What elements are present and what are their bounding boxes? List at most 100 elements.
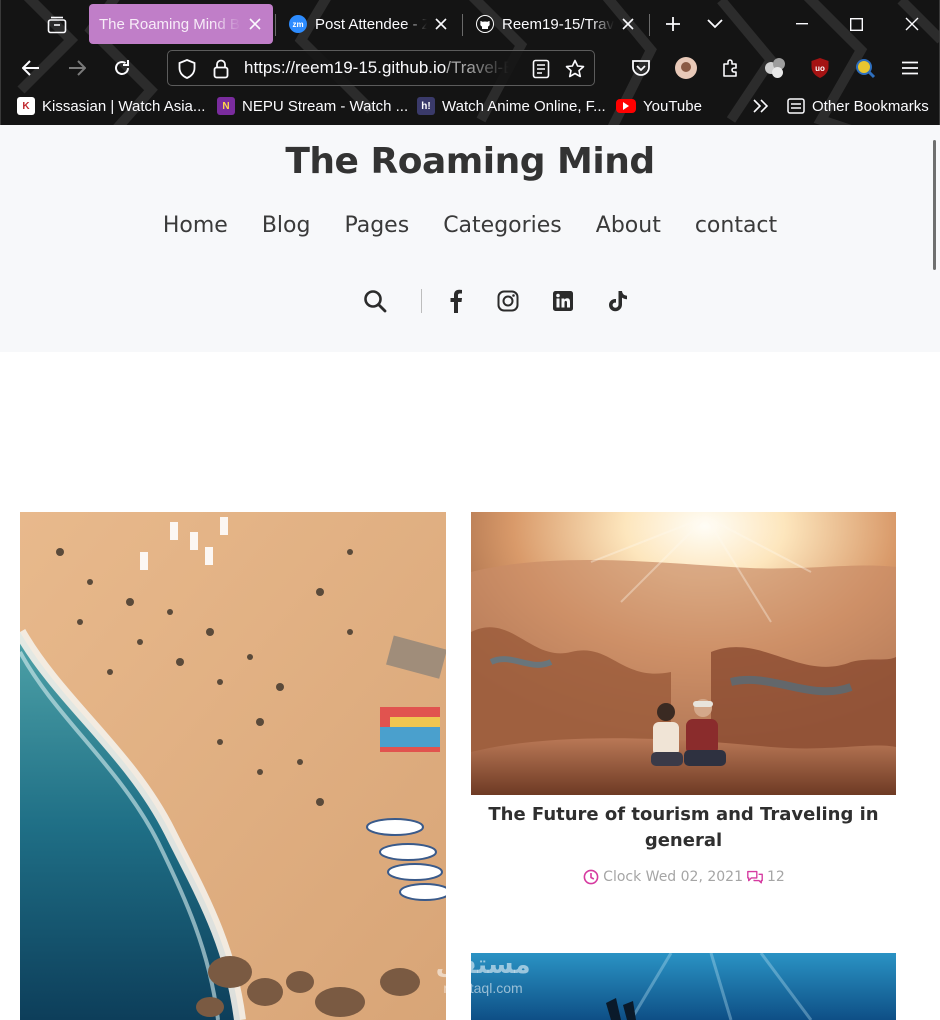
bookmark-label: Watch Anime Online, F... — [442, 97, 606, 115]
folder-icon — [787, 97, 805, 115]
forward-button[interactable] — [61, 52, 93, 84]
url-bar[interactable]: https://reem19-15.github.io/Travel-B — [167, 50, 595, 86]
instagram-icon[interactable] — [492, 285, 524, 317]
new-tab-button[interactable] — [657, 8, 689, 40]
bookmark-youtube[interactable]: YouTube — [616, 95, 702, 117]
nav-categories[interactable]: Categories — [443, 213, 562, 238]
nav-pages[interactable]: Pages — [344, 213, 409, 238]
extension-button[interactable] — [759, 52, 791, 84]
double-chevron-right-icon — [753, 99, 769, 113]
back-button[interactable] — [15, 52, 47, 84]
extension-icon — [765, 58, 785, 78]
kissasian-favicon: K — [17, 97, 35, 115]
close-icon — [905, 17, 919, 31]
reload-button[interactable] — [106, 52, 138, 84]
watermark-url: mostaql.com — [443, 980, 523, 996]
more-bookmarks-button[interactable] — [753, 95, 769, 117]
reader-view-icon[interactable] — [530, 58, 552, 80]
url-path: /Travel-B — [446, 58, 509, 77]
other-bookmarks-button[interactable]: Other Bookmarks — [787, 95, 929, 117]
minimize-icon — [796, 23, 808, 25]
plus-icon — [666, 17, 680, 31]
lock-icon[interactable] — [210, 58, 232, 80]
firefox-view-icon — [47, 16, 67, 34]
header-icon-row — [0, 285, 940, 317]
comments-icon — [746, 868, 764, 886]
list-all-tabs-button[interactable] — [699, 8, 731, 40]
watermark: مستقل mostaql.com — [428, 950, 538, 1005]
tab-zoom[interactable]: zm Post Attendee - Z — [279, 4, 459, 44]
page-scrollbar[interactable] — [933, 140, 936, 270]
tab-title: Post Attendee - Z — [315, 15, 427, 33]
close-tab-icon[interactable] — [245, 14, 265, 34]
post-date: Wed 02, 2021 — [645, 869, 743, 885]
icon-divider — [421, 289, 422, 313]
post-title[interactable]: The Future of tourism and Traveling in g… — [471, 802, 896, 854]
watermark-arabic: مستقل — [435, 950, 531, 980]
nav-home[interactable]: Home — [163, 213, 228, 238]
chevron-down-icon — [707, 19, 723, 29]
tab-bar: The Roaming Mind Bl zm Post Attendee - Z… — [1, 0, 939, 48]
site-header: The Roaming Mind Home Blog Pages Categor… — [0, 125, 940, 352]
maximize-icon — [849, 17, 863, 31]
comments-count[interactable]: 12 — [767, 869, 785, 885]
tab-title: Reem19-15/Travel — [502, 15, 614, 33]
arrow-right-icon — [69, 60, 86, 76]
youtube-icon — [616, 99, 636, 113]
canyon-couple-photo — [471, 512, 896, 795]
tab-title: The Roaming Mind Bl — [99, 15, 241, 33]
close-tab-icon[interactable] — [431, 14, 451, 34]
maximize-button[interactable] — [831, 4, 881, 44]
clock-label: Clock — [603, 869, 642, 885]
nav-blog[interactable]: Blog — [262, 213, 311, 238]
bookmark-nepu[interactable]: N NEPU Stream - Watch ... — [217, 95, 408, 117]
browser-chrome: The Roaming Mind Bl zm Post Attendee - Z… — [0, 0, 940, 125]
ublock-shield-icon: uo — [811, 58, 829, 78]
bookmark-kissasian[interactable]: K Kissasian | Watch Asia... — [17, 95, 205, 117]
reload-icon — [115, 60, 129, 75]
tab-github[interactable]: Reem19-15/Travel — [466, 4, 646, 44]
close-window-button[interactable] — [887, 4, 937, 44]
featured-post-image[interactable] — [20, 512, 446, 1020]
nav-contact[interactable]: contact — [695, 213, 777, 238]
ublock-button[interactable]: uo — [804, 52, 836, 84]
pocket-icon — [632, 60, 650, 76]
nepu-favicon: N — [217, 97, 235, 115]
tab-active[interactable]: The Roaming Mind Bl — [89, 4, 273, 44]
bookmark-star-icon[interactable] — [564, 58, 586, 80]
tab-separator — [462, 14, 463, 36]
bookmarks-toolbar: K Kissasian | Watch Asia... N NEPU Strea… — [1, 88, 939, 125]
post-image[interactable] — [471, 512, 896, 795]
svg-text:uo: uo — [815, 64, 825, 73]
zoom-icon: zm — [289, 15, 307, 33]
beach-aerial-photo — [20, 512, 446, 1020]
account-button[interactable] — [670, 52, 702, 84]
clock-icon — [582, 868, 600, 886]
arrow-left-icon — [22, 60, 39, 76]
pocket-button[interactable] — [625, 52, 657, 84]
main-nav: Home Blog Pages Categories About contact — [0, 213, 940, 238]
linkedin-icon[interactable] — [547, 285, 579, 317]
shield-icon[interactable] — [176, 58, 198, 80]
other-bookmarks-label: Other Bookmarks — [812, 97, 929, 115]
bookmark-label: Kissasian | Watch Asia... — [42, 97, 206, 115]
menu-button[interactable] — [894, 52, 926, 84]
site-title[interactable]: The Roaming Mind — [0, 141, 940, 182]
extensions-button[interactable] — [715, 52, 747, 84]
tab-separator — [275, 14, 276, 36]
magnifier-extension-icon — [856, 59, 876, 79]
facebook-icon[interactable] — [440, 285, 472, 317]
url-host: https://reem19-15.github.io — [244, 58, 447, 77]
extension-button-2[interactable] — [849, 52, 881, 84]
nav-about[interactable]: About — [596, 213, 661, 238]
puzzle-icon — [723, 59, 737, 77]
minimize-button[interactable] — [777, 4, 827, 44]
search-icon[interactable] — [359, 285, 391, 317]
tiktok-icon[interactable] — [602, 285, 634, 317]
firefox-view-button[interactable] — [39, 8, 75, 42]
hianime-favicon: h! — [417, 97, 435, 115]
close-tab-icon[interactable] — [618, 14, 638, 34]
bookmark-hianime[interactable]: h! Watch Anime Online, F... — [417, 95, 606, 117]
url-text[interactable]: https://reem19-15.github.io/Travel-B — [244, 51, 509, 85]
bookmark-label: NEPU Stream - Watch ... — [242, 97, 409, 115]
